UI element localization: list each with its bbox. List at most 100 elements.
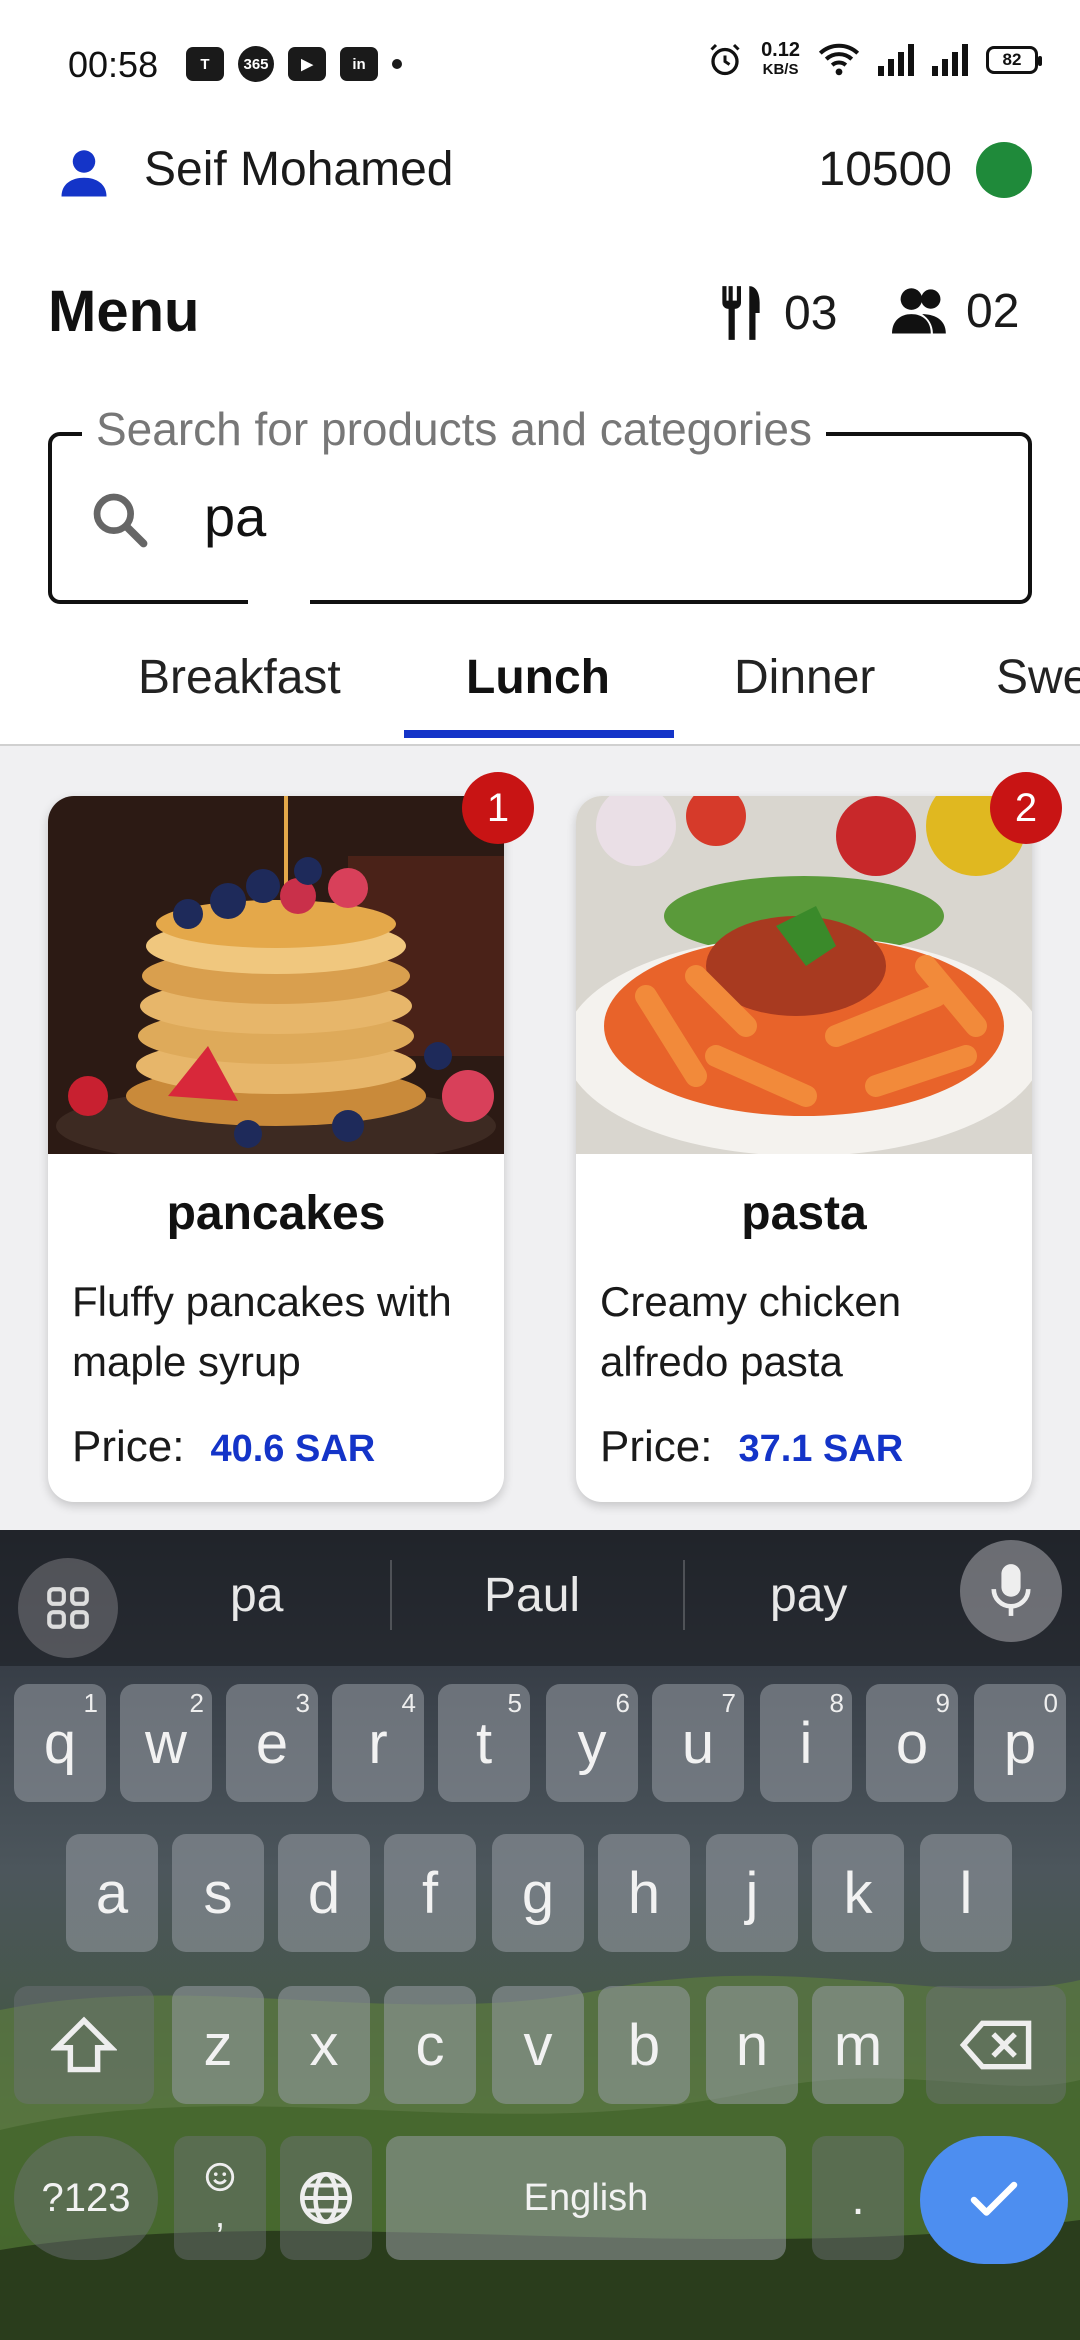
key-m[interactable]: m xyxy=(812,1986,904,2104)
status-indicator xyxy=(976,142,1032,198)
search-field[interactable] xyxy=(48,432,1032,604)
quantity-badge: 1 xyxy=(462,772,534,844)
suggestion-bar: pa Paul pay xyxy=(0,1530,1080,1666)
comma-label: , xyxy=(214,2194,225,2235)
key-c[interactable]: c xyxy=(384,1986,476,2104)
microphone-icon xyxy=(991,1564,1031,1616)
checkmark-icon xyxy=(970,2181,1018,2216)
keyboard-menu-button[interactable] xyxy=(18,1558,118,1658)
quantity-badge: 2 xyxy=(990,772,1062,844)
key-p[interactable]: p0 xyxy=(974,1684,1066,1802)
points-value: 10500 xyxy=(818,143,952,196)
category-tabs: Breakfast Lunch Dinner Swe xyxy=(0,640,1080,746)
user-header: Seif Mohamed 10500 xyxy=(0,130,1080,210)
page-title: Menu xyxy=(48,279,200,344)
globe-icon xyxy=(300,2172,352,2224)
user-name: Seif Mohamed xyxy=(144,143,454,196)
guests-counter[interactable]: 02 xyxy=(892,284,1019,339)
more-notifications-icon xyxy=(392,59,402,69)
youtube-icon: ▶ xyxy=(288,47,326,81)
fork-knife-icon xyxy=(722,286,760,340)
tables-counter[interactable]: 03 xyxy=(716,284,837,342)
divider xyxy=(390,1560,392,1630)
app-screen: 00:58 T 365 ▶ in 0.12 KB/S 82 Seif Moham… xyxy=(0,0,1080,2340)
period-key[interactable]: . xyxy=(812,2136,904,2260)
key-g[interactable]: g xyxy=(492,1834,584,1952)
system-indicators: 0.12 KB/S 82 xyxy=(707,40,1042,80)
shift-key[interactable] xyxy=(14,1986,154,2104)
voice-input-button[interactable] xyxy=(960,1540,1062,1642)
status-time: 00:58 xyxy=(68,44,159,85)
emoji-comma-key[interactable]: , xyxy=(174,2136,266,2260)
key-u[interactable]: u7 xyxy=(652,1684,744,1802)
space-key[interactable]: English xyxy=(386,2136,786,2260)
key-h[interactable]: h xyxy=(598,1834,690,1952)
key-d[interactable]: d xyxy=(278,1834,370,1952)
key-x[interactable]: x xyxy=(278,1986,370,2104)
key-b[interactable]: b xyxy=(598,1986,690,2104)
tab-breakfast[interactable]: Breakfast xyxy=(138,650,341,705)
key-k[interactable]: k xyxy=(812,1834,904,1952)
key-z[interactable]: z xyxy=(172,1986,264,2104)
key-r[interactable]: r4 xyxy=(332,1684,424,1802)
guests-count: 02 xyxy=(966,285,1020,338)
tab-sweets[interactable]: Swe xyxy=(996,650,1080,705)
price-amount: 37.1 SAR xyxy=(738,1428,904,1470)
search-input[interactable]: pa xyxy=(204,484,266,549)
active-tab-indicator xyxy=(404,730,674,738)
key-v[interactable]: v xyxy=(492,1986,584,2104)
notification-icons: T 365 ▶ in xyxy=(186,46,402,82)
key-q[interactable]: q1 xyxy=(14,1684,106,1802)
suggestion-1[interactable]: pa xyxy=(230,1568,283,1623)
key-t[interactable]: t5 xyxy=(438,1684,530,1802)
person-icon[interactable] xyxy=(54,144,114,204)
product-name: pancakes xyxy=(166,1187,386,1240)
tab-dinner[interactable]: Dinner xyxy=(734,650,875,705)
shift-icon xyxy=(51,2016,117,2073)
divider xyxy=(683,1560,685,1630)
key-y[interactable]: y6 xyxy=(546,1684,638,1802)
search-field-cursor-gap xyxy=(248,596,310,608)
product-card-pancakes[interactable]: pancakes Fluffy pancakes with maple syru… xyxy=(48,796,504,1502)
search-label: Search for products and categories xyxy=(82,402,826,456)
network-speed-unit: KB/S xyxy=(762,61,799,78)
key-n[interactable]: n xyxy=(706,1986,798,2104)
teams-icon: T xyxy=(186,47,224,81)
enter-key[interactable] xyxy=(920,2136,1068,2264)
symbols-key[interactable]: ?123 xyxy=(14,2136,158,2260)
people-icon xyxy=(892,287,946,334)
365-icon: 365 xyxy=(238,46,274,82)
grid-icon xyxy=(47,1587,89,1629)
price-label: Price: xyxy=(72,1422,185,1471)
pasta-image xyxy=(576,796,1032,1154)
key-e[interactable]: e3 xyxy=(226,1684,318,1802)
alarm-icon xyxy=(710,43,740,76)
product-card-pasta[interactable]: pasta Creamy chicken alfredo pasta Price… xyxy=(576,796,1032,1502)
pancakes-image xyxy=(48,796,504,1154)
key-w[interactable]: w2 xyxy=(120,1684,212,1802)
suggestion-2[interactable]: Paul xyxy=(484,1568,580,1623)
linkedin-icon: in xyxy=(340,47,378,81)
key-s[interactable]: s xyxy=(172,1834,264,1952)
product-description: Creamy chicken alfredo pasta xyxy=(600,1278,902,1385)
price-amount: 40.6 SAR xyxy=(210,1428,376,1470)
search-icon xyxy=(93,493,148,548)
key-o[interactable]: o9 xyxy=(866,1684,958,1802)
key-a[interactable]: a xyxy=(66,1834,158,1952)
price-label: Price: xyxy=(600,1422,713,1471)
language-key[interactable] xyxy=(280,2136,372,2260)
suggestion-3[interactable]: pay xyxy=(770,1568,847,1623)
key-i[interactable]: i8 xyxy=(760,1684,852,1802)
key-l[interactable]: l xyxy=(920,1834,1012,1952)
signal-icon xyxy=(878,44,914,76)
product-price: Price: 40.6 SAR xyxy=(72,1422,375,1472)
on-screen-keyboard: pa Paul pay q1 w2 e3 r4 t5 y6 u7 i8 o9 p… xyxy=(0,1530,1080,2340)
backspace-key[interactable] xyxy=(926,1986,1066,2104)
product-name: pasta xyxy=(741,1187,867,1240)
emoji-icon xyxy=(205,2162,235,2192)
backspace-icon xyxy=(959,2020,1032,2070)
tab-lunch[interactable]: Lunch xyxy=(466,650,610,705)
key-f[interactable]: f xyxy=(384,1834,476,1952)
key-j[interactable]: j xyxy=(706,1834,798,1952)
product-description: Fluffy pancakes with maple syrup xyxy=(72,1278,452,1385)
